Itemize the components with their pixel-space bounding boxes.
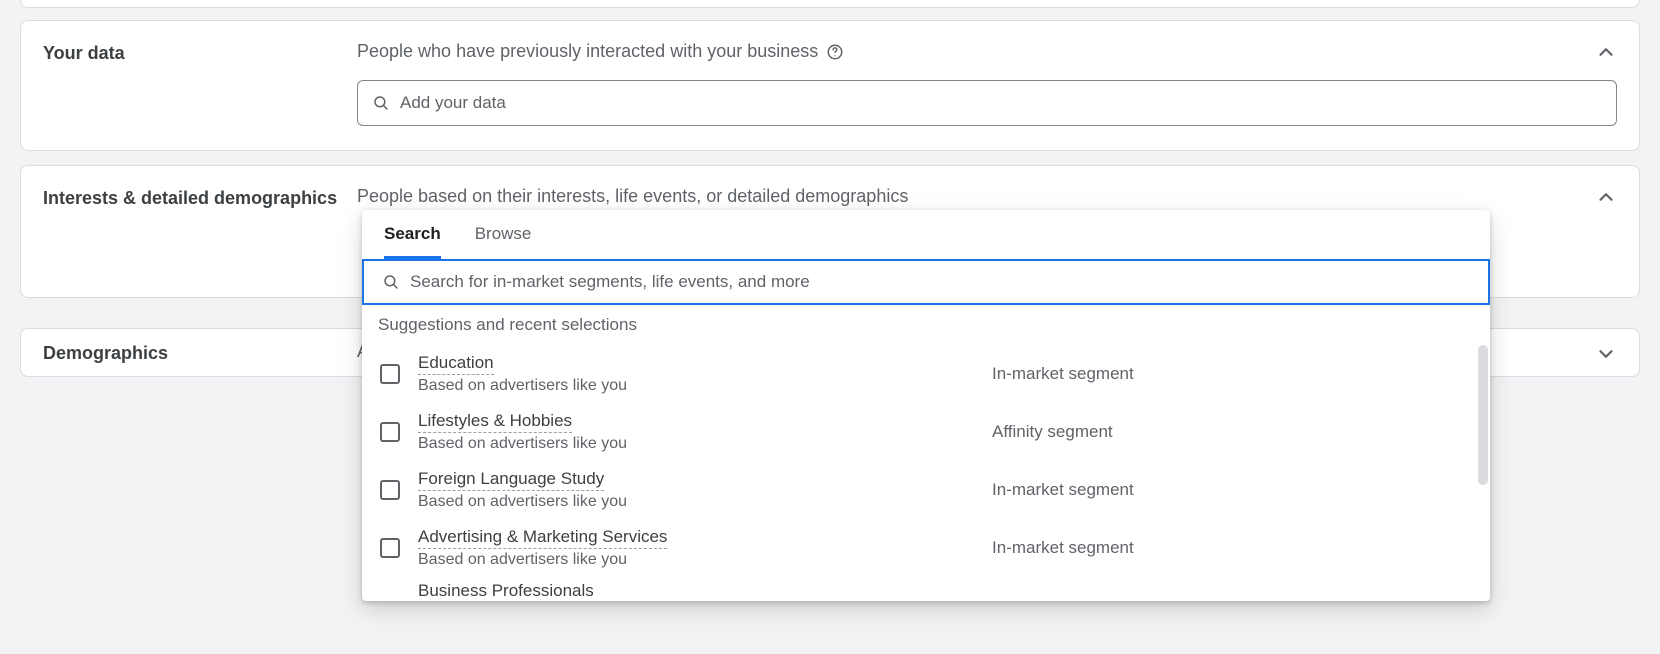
suggestion-subtitle: Based on advertisers like you [418,551,974,569]
tab-search[interactable]: Search [384,224,441,259]
suggestion-type: Affinity segment [992,422,1472,442]
popover-tabs: Search Browse [362,210,1490,260]
suggestion-title: Lifestyles & Hobbies [418,411,572,433]
suggestion-title: Education [418,353,494,375]
help-icon[interactable] [826,43,844,61]
segment-search-input[interactable] [410,272,1470,292]
segment-search-wrapper[interactable] [362,259,1490,305]
suggestion-subtitle: Based on advertisers like you [418,377,974,395]
suggestion-item[interactable]: Lifestyles & Hobbies Based on advertiser… [362,403,1490,461]
suggestion-title: Advertising & Marketing Services [418,527,667,549]
demographics-label: Demographics [43,341,357,364]
collapse-your-data-button[interactable] [1595,41,1617,68]
interests-label: Interests & detailed demographics [43,186,357,209]
your-data-label: Your data [43,41,357,64]
suggestion-item-partial: Business Professionals [362,577,1490,601]
suggestion-item[interactable]: Advertising & Marketing Services Based o… [362,519,1490,577]
search-icon [382,273,400,291]
expand-demographics-button[interactable] [1595,343,1617,370]
your-data-card: Your data People who have previously int… [20,20,1640,151]
previous-card-edge [20,0,1640,8]
suggestion-subtitle: Based on advertisers like you [418,493,974,511]
collapse-interests-button[interactable] [1595,186,1617,213]
interests-description: People based on their interests, life ev… [357,186,1617,207]
search-icon [372,94,390,112]
your-data-description: People who have previously interacted wi… [357,41,1617,62]
suggestion-checkbox[interactable] [380,480,400,500]
suggestion-checkbox[interactable] [380,422,400,442]
suggestions-header: Suggestions and recent selections [362,305,1490,341]
add-your-data-input-wrapper[interactable] [357,80,1617,126]
suggestion-checkbox[interactable] [380,364,400,384]
scrollbar-thumb[interactable] [1478,345,1488,485]
suggestion-checkbox[interactable] [380,538,400,558]
suggestion-item[interactable]: Education Based on advertisers like you … [362,345,1490,403]
suggestions-list: Education Based on advertisers like you … [362,341,1490,601]
interests-search-popover: Search Browse Suggestions and recent sel… [362,210,1490,601]
your-data-description-text: People who have previously interacted wi… [357,41,818,62]
suggestion-item[interactable]: Foreign Language Study Based on advertis… [362,461,1490,519]
add-your-data-input[interactable] [400,93,1602,113]
suggestion-type: In-market segment [992,480,1472,500]
tab-browse[interactable]: Browse [475,224,532,259]
suggestion-title: Foreign Language Study [418,469,604,491]
suggestion-type: In-market segment [992,538,1472,558]
interests-description-text: People based on their interests, life ev… [357,186,908,207]
suggestion-type: In-market segment [992,364,1472,384]
suggestion-subtitle: Based on advertisers like you [418,435,974,453]
